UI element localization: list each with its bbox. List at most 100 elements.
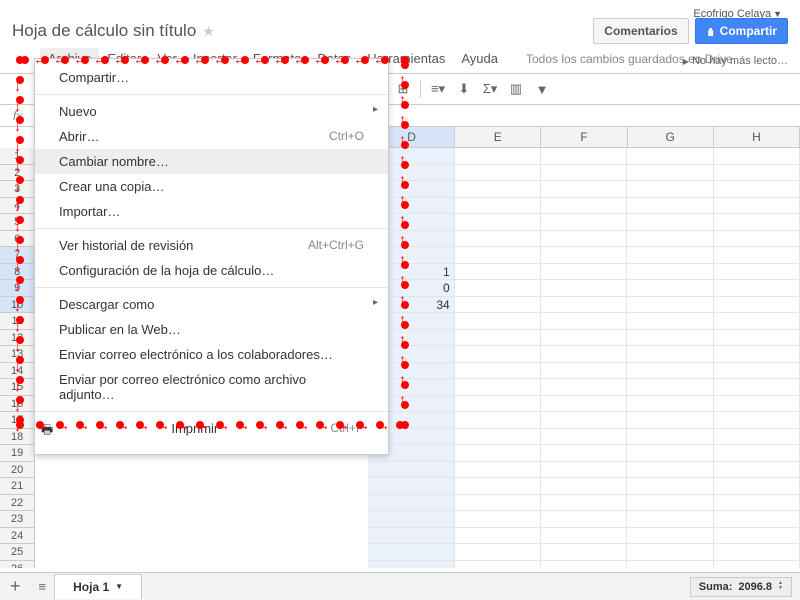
chart-icon[interactable]: ▥ — [505, 78, 527, 100]
cell[interactable] — [368, 462, 454, 479]
cell[interactable] — [541, 231, 627, 248]
cell[interactable] — [627, 297, 713, 314]
share-button[interactable]: Compartir — [695, 18, 788, 44]
cell[interactable] — [368, 528, 454, 545]
cell[interactable] — [455, 181, 541, 198]
cell[interactable] — [714, 528, 800, 545]
cell[interactable] — [714, 445, 800, 462]
sum-display[interactable]: Suma:2096.8 ▲▼ — [690, 577, 792, 597]
cell[interactable] — [714, 280, 800, 297]
comments-button[interactable]: Comentarios — [593, 18, 688, 44]
cell[interactable] — [368, 478, 454, 495]
cell[interactable] — [455, 231, 541, 248]
menu-import[interactable]: Importar… — [35, 199, 388, 224]
cell[interactable] — [714, 231, 800, 248]
cell[interactable] — [455, 148, 541, 165]
cell[interactable] — [627, 198, 713, 215]
menu-copy[interactable]: Crear una copia… — [35, 174, 388, 199]
cell[interactable] — [541, 429, 627, 446]
cell[interactable] — [627, 528, 713, 545]
cell[interactable] — [541, 445, 627, 462]
cell[interactable] — [714, 165, 800, 182]
row-header[interactable]: 20 — [0, 462, 35, 479]
cell[interactable] — [714, 330, 800, 347]
cell[interactable] — [368, 495, 454, 512]
cell[interactable] — [627, 231, 713, 248]
cell[interactable] — [627, 346, 713, 363]
row-header[interactable]: 3 — [0, 181, 35, 198]
cell[interactable] — [455, 280, 541, 297]
cell[interactable] — [627, 445, 713, 462]
row-header[interactable]: 8 — [0, 264, 35, 281]
menu-config[interactable]: Configuración de la hoja de cálculo… — [35, 258, 388, 283]
menu-open[interactable]: Abrir…Ctrl+O — [35, 124, 388, 149]
cell[interactable] — [627, 247, 713, 264]
cell[interactable] — [541, 495, 627, 512]
cell[interactable] — [455, 396, 541, 413]
cell[interactable] — [714, 247, 800, 264]
cell[interactable] — [541, 544, 627, 561]
cell[interactable] — [541, 198, 627, 215]
cell[interactable] — [714, 297, 800, 314]
cell[interactable] — [455, 264, 541, 281]
cell[interactable] — [627, 462, 713, 479]
cell[interactable] — [627, 561, 713, 569]
menu-print[interactable]: 🖶ImprimirCtrl+P — [35, 416, 388, 448]
cell[interactable] — [455, 330, 541, 347]
star-icon[interactable]: ★ — [202, 23, 215, 40]
cell[interactable] — [541, 528, 627, 545]
cell[interactable] — [455, 544, 541, 561]
cell[interactable] — [714, 313, 800, 330]
row-header[interactable]: 25 — [0, 544, 35, 561]
cell[interactable] — [455, 165, 541, 182]
cell[interactable] — [368, 544, 454, 561]
cell[interactable] — [714, 148, 800, 165]
row-header[interactable]: 12 — [0, 330, 35, 347]
row-header[interactable]: 5 — [0, 214, 35, 231]
row-header[interactable]: 17 — [0, 412, 35, 429]
col-header[interactable]: F — [541, 127, 627, 147]
cell[interactable] — [627, 511, 713, 528]
cell[interactable] — [714, 379, 800, 396]
row-header[interactable]: 21 — [0, 478, 35, 495]
cell[interactable] — [541, 330, 627, 347]
add-sheet-button[interactable]: + — [0, 576, 31, 597]
cell[interactable] — [627, 478, 713, 495]
menu-history[interactable]: Ver historial de revisiónAlt+Ctrl+G — [35, 233, 388, 258]
row-header[interactable]: 22 — [0, 495, 35, 512]
cell[interactable] — [455, 297, 541, 314]
row-header[interactable]: 16 — [0, 396, 35, 413]
cell[interactable] — [368, 561, 454, 569]
cell[interactable] — [541, 346, 627, 363]
row-header[interactable]: 7 — [0, 247, 35, 264]
cell[interactable] — [541, 511, 627, 528]
menu-email-attach[interactable]: Enviar por correo electrónico como archi… — [35, 367, 388, 407]
cell[interactable] — [714, 495, 800, 512]
more-readers[interactable]: ▶ No hay más lecto… — [683, 55, 788, 67]
row-header[interactable]: 14 — [0, 363, 35, 380]
cell[interactable] — [714, 544, 800, 561]
cell[interactable] — [627, 264, 713, 281]
menu-share[interactable]: Compartir… — [35, 65, 388, 90]
cell[interactable] — [455, 214, 541, 231]
cell[interactable] — [714, 561, 800, 569]
cell[interactable] — [455, 511, 541, 528]
wrap-icon[interactable]: ⬇ — [453, 78, 475, 100]
row-header[interactable]: 2 — [0, 165, 35, 182]
row-header[interactable]: 24 — [0, 528, 35, 545]
cell[interactable] — [541, 478, 627, 495]
cell[interactable] — [541, 214, 627, 231]
cell[interactable] — [627, 181, 713, 198]
row-header[interactable]: 1 — [0, 148, 35, 165]
menu-publish[interactable]: Publicar en la Web… — [35, 317, 388, 342]
cell[interactable] — [455, 379, 541, 396]
menu-new[interactable]: Nuevo — [35, 99, 388, 124]
cell[interactable] — [455, 313, 541, 330]
cell[interactable] — [627, 396, 713, 413]
menu-email-collab[interactable]: Enviar correo electrónico a los colabora… — [35, 342, 388, 367]
cell[interactable] — [714, 198, 800, 215]
row-header[interactable]: 19 — [0, 445, 35, 462]
cell[interactable] — [627, 330, 713, 347]
cell[interactable] — [541, 561, 627, 569]
cell[interactable] — [455, 363, 541, 380]
